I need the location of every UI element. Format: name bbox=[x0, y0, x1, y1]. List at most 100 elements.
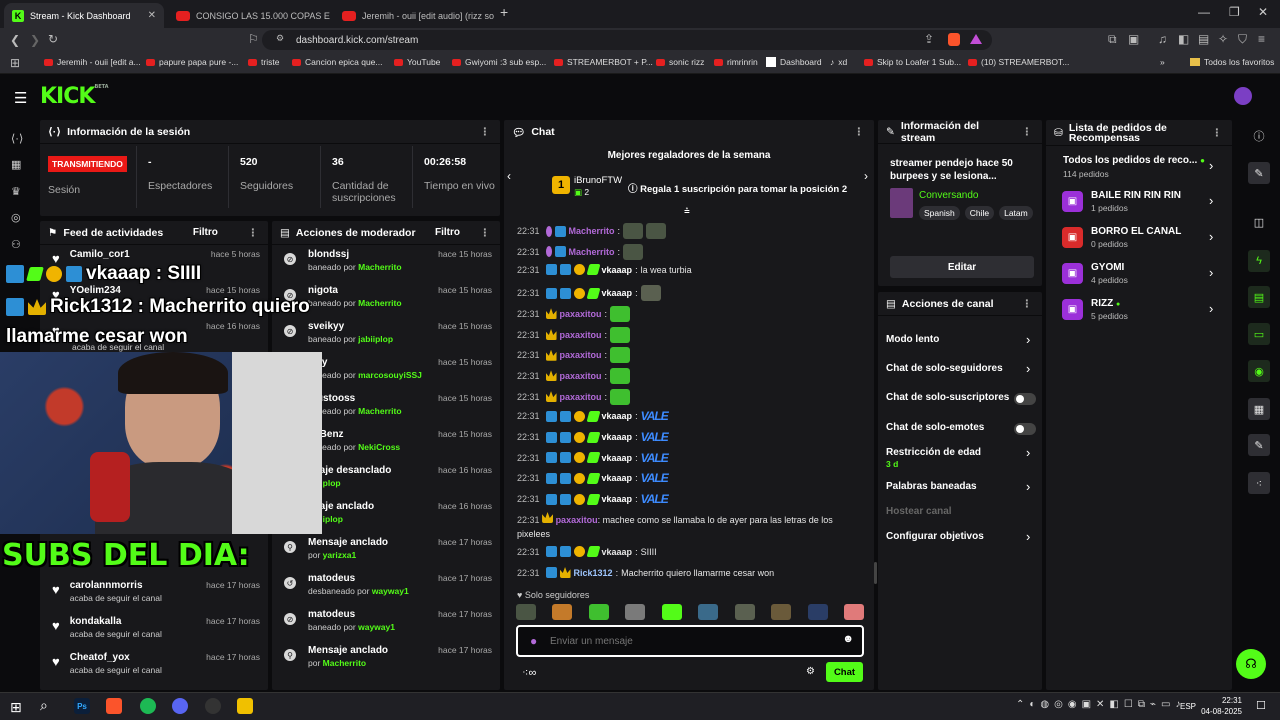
chat-username[interactable]: vkaaap bbox=[602, 411, 633, 421]
bookmark-item[interactable]: papure papa pure -... bbox=[146, 57, 238, 67]
chevron-right-icon[interactable]: › bbox=[1026, 361, 1030, 376]
chat-username[interactable]: paxaxitou bbox=[560, 309, 602, 319]
bookmark-item[interactable]: triste bbox=[248, 57, 279, 67]
emoji-icon[interactable]: ☻ bbox=[842, 633, 854, 645]
close-window-icon[interactable]: ✕ bbox=[1258, 5, 1268, 19]
stream-nav-icon[interactable]: ⟨·⟩ bbox=[11, 132, 23, 145]
discord-icon[interactable] bbox=[172, 698, 188, 714]
kick-logo[interactable]: KICKBETA bbox=[40, 84, 109, 109]
clock[interactable]: 22:31 04-08-2025 bbox=[1200, 695, 1242, 717]
chat-input[interactable] bbox=[550, 633, 830, 649]
vpn-icon[interactable]: ⛉ bbox=[1238, 32, 1247, 47]
windows-start-icon[interactable]: ⊞ bbox=[10, 699, 22, 716]
all-bookmarks[interactable]: Todos los favoritos bbox=[1190, 57, 1274, 67]
maximize-icon[interactable]: ❐ bbox=[1229, 5, 1240, 19]
kebab-menu-icon[interactable]: ⋮ bbox=[1022, 126, 1033, 138]
category-link[interactable]: Conversando bbox=[919, 190, 978, 201]
notifications-icon[interactable]: ☐ bbox=[1256, 699, 1266, 712]
nodes-icon[interactable]: ⁖ bbox=[1248, 472, 1270, 494]
chat-username[interactable]: paxaxitou bbox=[560, 392, 602, 402]
sidebar-icon[interactable]: ◧ bbox=[1178, 32, 1189, 46]
toggle-switch[interactable] bbox=[1014, 423, 1036, 435]
tag[interactable]: Chile bbox=[964, 206, 995, 220]
tag[interactable]: Latam bbox=[999, 206, 1033, 220]
avatar[interactable] bbox=[1234, 87, 1252, 105]
emote-icon[interactable] bbox=[698, 604, 719, 620]
tab-youtube-1[interactable]: CONSIGO LAS 15.000 COPAS EN CLA ✕ bbox=[168, 3, 330, 28]
chevron-right-icon[interactable]: › bbox=[1026, 479, 1030, 494]
screenshot-icon[interactable]: ▣ bbox=[1128, 32, 1139, 46]
cards-icon[interactable]: ▦ bbox=[1248, 398, 1270, 420]
bookmark-item[interactable]: Dashboard bbox=[766, 57, 822, 67]
bookmark-item[interactable]: Cancion epica que... bbox=[292, 57, 383, 67]
rewards-all[interactable]: Todos los pedidos de reco... ● 114 pedid… bbox=[1063, 155, 1213, 179]
bookmark-item[interactable]: YouTube bbox=[394, 57, 440, 67]
channel-action-row[interactable]: Modo lento bbox=[886, 334, 939, 345]
pinned-toggle-icon[interactable]: ⩮ bbox=[684, 206, 690, 217]
bookmark-item[interactable]: Skip to Loafer 1 Sub... bbox=[864, 57, 961, 67]
emote-icon[interactable] bbox=[807, 604, 828, 620]
chevron-right-icon[interactable]: › bbox=[1209, 265, 1213, 280]
chevron-right-icon[interactable]: › bbox=[1026, 332, 1030, 347]
url-bar[interactable]: dashboard.kick.com/stream bbox=[262, 30, 992, 50]
wrench-icon[interactable]: ✎ bbox=[1248, 434, 1270, 456]
channel-action-row[interactable]: Chat de solo-suscriptores bbox=[886, 392, 1009, 403]
chat-scrollbar[interactable] bbox=[874, 562, 877, 584]
chat-username[interactable]: paxaxitou bbox=[560, 350, 602, 360]
kebab-menu-icon[interactable]: ⋮ bbox=[1212, 127, 1223, 138]
kebab-menu-icon[interactable]: ⋮ bbox=[479, 227, 490, 239]
reward-item[interactable]: ▣ RIZZ ● 5 pedidos bbox=[1062, 298, 1128, 321]
chevron-right-icon[interactable]: › bbox=[1209, 158, 1213, 173]
minimize-icon[interactable]: — bbox=[1198, 5, 1210, 19]
top-gifter[interactable]: iBrunoFTW ▣ 2 bbox=[574, 175, 622, 198]
kebab-menu-icon[interactable]: ⋮ bbox=[1022, 298, 1033, 310]
chat-username[interactable]: vkaaap bbox=[602, 265, 633, 275]
bookmark-item[interactable]: ♪ xd bbox=[830, 57, 847, 67]
filter-button[interactable]: Filtro bbox=[435, 227, 460, 238]
forward-icon[interactable]: ❯ bbox=[30, 33, 40, 47]
emote-icon[interactable] bbox=[625, 604, 646, 620]
share-icon[interactable]: ⇪ bbox=[924, 32, 934, 46]
channel-action-row[interactable]: Chat de solo-seguidores bbox=[886, 363, 1003, 374]
language-indicator[interactable]: ESP bbox=[1180, 702, 1196, 711]
new-tab-icon[interactable]: + bbox=[500, 4, 508, 20]
next-arrow-icon[interactable]: › bbox=[864, 169, 868, 183]
support-chat-icon[interactable]: ☊ bbox=[1236, 649, 1266, 679]
chevron-right-icon[interactable]: › bbox=[1026, 445, 1030, 460]
emote-icon[interactable] bbox=[588, 604, 609, 620]
info-icon[interactable]: ⓘ bbox=[1248, 125, 1270, 147]
leo-icon[interactable]: ✧ bbox=[1218, 32, 1228, 46]
emote-icon[interactable] bbox=[771, 604, 792, 620]
chevron-right-icon[interactable]: › bbox=[1209, 229, 1213, 244]
streamerbot-icon[interactable] bbox=[237, 698, 253, 714]
emote-icon[interactable] bbox=[516, 604, 536, 620]
brave-shield-icon[interactable] bbox=[948, 33, 960, 46]
tab-kick-dashboard[interactable]: K Stream - Kick Dashboard ✕ bbox=[4, 3, 164, 28]
chat-username[interactable]: vkaaap bbox=[602, 432, 633, 442]
send-chat-button[interactable]: Chat bbox=[826, 662, 863, 682]
channel-action-row[interactable]: Palabras baneadas bbox=[886, 481, 977, 492]
filter-button[interactable]: Filtro bbox=[193, 227, 218, 238]
bookmark-item[interactable]: Jeremih - ouii [edit a... bbox=[44, 57, 141, 67]
kebab-menu-icon[interactable]: ⋮ bbox=[854, 126, 865, 138]
tag[interactable]: Spanish bbox=[919, 206, 960, 220]
chat-username[interactable]: vkaaap bbox=[602, 473, 633, 483]
chat-username[interactable]: Macherrito bbox=[569, 247, 615, 257]
chat-settings-icon[interactable]: ⚙ bbox=[806, 666, 815, 677]
chat-username[interactable]: paxaxitou bbox=[560, 371, 602, 381]
emote-icon[interactable] bbox=[734, 604, 755, 620]
toggle-switch[interactable] bbox=[1014, 393, 1036, 405]
emote-icon[interactable] bbox=[661, 604, 682, 620]
wallet-icon[interactable]: ▤ bbox=[1198, 32, 1209, 46]
photoshop-icon[interactable]: Ps bbox=[74, 698, 90, 714]
bookmark-item[interactable]: Gwiyomi :3 sub esp... bbox=[452, 57, 546, 67]
reward-item[interactable]: ▣ BAILE RIN RIN RIN 1 pedidos bbox=[1062, 190, 1181, 213]
chat-icon[interactable]: ▭ bbox=[1248, 323, 1270, 345]
tab-youtube-2[interactable]: Jeremih - ouii [edit audio] (rizz song ✕ bbox=[334, 3, 494, 28]
prev-arrow-icon[interactable]: ‹ bbox=[507, 169, 511, 183]
channel-action-row[interactable]: Configurar objetivos bbox=[886, 531, 984, 542]
apps-icon[interactable]: ⊞ bbox=[10, 56, 20, 70]
spotify-icon[interactable] bbox=[140, 698, 156, 714]
site-settings-icon[interactable]: ⚙ bbox=[276, 33, 284, 44]
obs-icon[interactable] bbox=[205, 698, 221, 714]
